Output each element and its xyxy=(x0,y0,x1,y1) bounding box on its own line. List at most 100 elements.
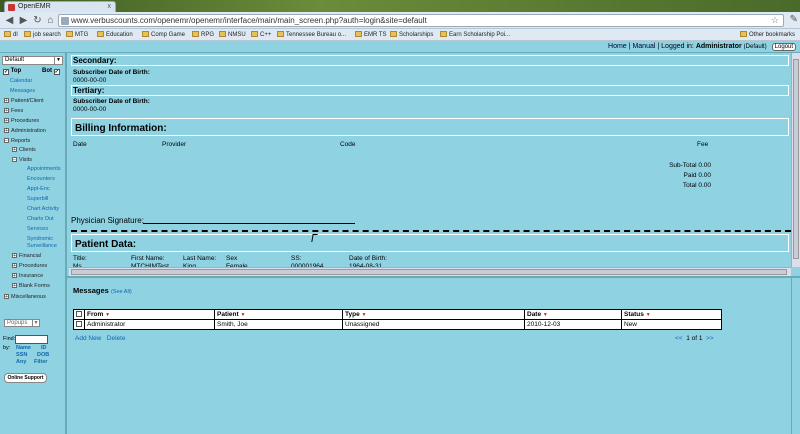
nav-appt-enc[interactable]: Appt-Enc xyxy=(27,186,50,192)
scroll-thumb[interactable] xyxy=(793,59,799,259)
sort-icon[interactable]: ▼ xyxy=(543,312,548,318)
delete-link[interactable]: Delete xyxy=(107,335,126,342)
col-type[interactable]: Type ▼ xyxy=(342,309,525,320)
cell-from[interactable]: Administrator xyxy=(84,319,215,330)
nav-calendar[interactable]: Calendar xyxy=(10,78,32,84)
col-status[interactable]: Status ▼ xyxy=(621,309,722,320)
manual-link[interactable]: Manual xyxy=(632,43,655,50)
nav-services[interactable]: Services xyxy=(27,226,48,232)
see-all-link[interactable]: (See All) xyxy=(111,289,132,295)
nav-procedures[interactable]: + Procedures xyxy=(4,118,39,124)
expand-icon[interactable]: + xyxy=(12,147,17,153)
find-input[interactable] xyxy=(15,335,48,344)
nav-visits[interactable]: − Visits xyxy=(12,157,32,163)
cell-type[interactable]: Unassigned xyxy=(342,319,525,330)
table-row[interactable]: Administrator Smith, Joe Unassigned 2010… xyxy=(73,319,722,330)
bookmark-comp-game[interactable]: Comp Game xyxy=(142,31,185,38)
logout-button[interactable]: Logout xyxy=(771,43,796,51)
nav-superbill[interactable]: Superbill xyxy=(27,196,48,202)
expand-icon[interactable]: + xyxy=(12,263,17,269)
tab-close-icon[interactable]: x xyxy=(108,3,112,10)
find-by-dob[interactable]: DOB xyxy=(37,352,49,358)
expand-icon[interactable]: + xyxy=(4,294,9,300)
forward-icon[interactable]: ▶ xyxy=(17,14,30,27)
nav-clients[interactable]: + Clients xyxy=(12,147,36,153)
cell-status[interactable]: New xyxy=(621,319,722,330)
expand-icon[interactable]: + xyxy=(4,118,9,124)
bot-checkbox[interactable]: ✓ xyxy=(53,69,60,75)
row-checkbox[interactable] xyxy=(76,321,82,327)
select-all-checkbox[interactable] xyxy=(76,311,82,317)
messages-scrollbar[interactable] xyxy=(791,278,800,434)
url-input[interactable]: www.verbuscounts.com/openemr/openemr/int… xyxy=(58,14,784,27)
collapse-icon[interactable]: − xyxy=(12,157,17,163)
bookmark-education[interactable]: Education xyxy=(97,31,133,38)
nav-blank-forms[interactable]: + Blank Forms xyxy=(12,283,50,289)
bookmark-tennessee[interactable]: Tennessee Bureau o... xyxy=(277,31,346,38)
sort-icon[interactable]: ▼ xyxy=(240,312,245,318)
bookmark-emr-ts[interactable]: EMR TS xyxy=(355,31,387,38)
bookmark-cpp[interactable]: C++ xyxy=(251,31,271,38)
nav-patient-client[interactable]: + Patient/Client xyxy=(4,98,44,104)
nav-appointments[interactable]: Appointments xyxy=(27,166,61,172)
nav-insurance[interactable]: + Insurance xyxy=(12,273,43,279)
scroll-thumb[interactable] xyxy=(71,269,787,275)
bookmark-rpg[interactable]: RPG xyxy=(192,31,214,38)
cell-date[interactable]: 2010-12-03 xyxy=(524,319,622,330)
collapse-icon[interactable]: − xyxy=(4,138,9,144)
nav-messages[interactable]: Messages xyxy=(10,88,35,94)
prev-page-link[interactable]: << xyxy=(675,335,683,342)
expand-icon[interactable]: + xyxy=(12,283,17,289)
sort-icon[interactable]: ▼ xyxy=(362,312,367,318)
wrench-icon[interactable]: ✎ xyxy=(790,14,798,25)
bookmark-job-search[interactable]: job search xyxy=(24,31,61,38)
bookmark-earn-scholarship[interactable]: Earn Scholarship Poi... xyxy=(440,31,510,38)
online-support-button[interactable]: Online Support xyxy=(4,373,47,383)
home-link[interactable]: Home xyxy=(608,43,627,50)
expand-icon[interactable]: + xyxy=(12,273,17,279)
back-icon[interactable]: ◀ xyxy=(3,14,16,27)
nav-surveillance[interactable]: Surveillance xyxy=(27,243,57,249)
add-new-link[interactable]: Add New xyxy=(75,335,101,342)
browser-tab[interactable]: OpenEMR x xyxy=(4,1,116,12)
nav-syndromic[interactable]: Syndromic xyxy=(27,236,53,242)
cell-patient[interactable]: Smith, Joe xyxy=(214,319,343,330)
nav-procedures-report[interactable]: + Procedures xyxy=(12,263,47,269)
bookmark-nmsu[interactable]: NMSU xyxy=(219,31,246,38)
expand-icon[interactable]: + xyxy=(12,253,17,259)
col-date[interactable]: Date ▼ xyxy=(524,309,622,320)
nav-miscellaneous[interactable]: + Miscellaneous xyxy=(4,294,46,300)
other-bookmarks[interactable]: Other bookmarks xyxy=(740,31,795,38)
find-by-name[interactable]: Name xyxy=(16,345,31,351)
sort-icon[interactable]: ▼ xyxy=(646,312,651,318)
encounter-vertical-scrollbar[interactable] xyxy=(791,53,800,267)
find-by-ssn[interactable]: SSN xyxy=(16,352,27,358)
nav-reports[interactable]: − Reports xyxy=(4,138,30,144)
top-checkbox[interactable]: ✓ xyxy=(3,69,9,75)
find-by-any[interactable]: Any xyxy=(16,359,26,365)
top-toggle[interactable]: ✓ Top xyxy=(3,68,21,75)
col-patient[interactable]: Patient ▼ xyxy=(214,309,343,320)
expand-icon[interactable]: + xyxy=(4,98,9,104)
nav-chart-activity[interactable]: Chart Activity xyxy=(27,206,59,212)
expand-icon[interactable]: + xyxy=(4,128,9,134)
bookmark-mtg[interactable]: MTG xyxy=(66,31,88,38)
expand-icon[interactable]: + xyxy=(4,108,9,114)
encounter-horizontal-scrollbar[interactable] xyxy=(69,267,791,276)
home-icon[interactable]: ⌂ xyxy=(44,14,57,27)
next-page-link[interactable]: >> xyxy=(706,335,714,342)
col-from[interactable]: From ▼ xyxy=(84,309,215,320)
bookmark-dl[interactable]: dl xyxy=(4,31,18,38)
bookmark-star-icon[interactable]: ☆ xyxy=(771,15,779,26)
nav-encounters[interactable]: Encounters xyxy=(27,176,55,182)
reload-icon[interactable]: ↻ xyxy=(31,14,44,27)
nav-financial[interactable]: + Financial xyxy=(12,253,41,259)
find-filter[interactable]: Filter xyxy=(34,359,47,365)
nav-charts-out[interactable]: Charts Out xyxy=(27,216,54,222)
popups-select[interactable]: Popups ▼ xyxy=(4,319,40,327)
nav-administration[interactable]: + Administration xyxy=(4,128,46,134)
sort-icon[interactable]: ▼ xyxy=(105,312,110,318)
bot-toggle[interactable]: Bot ✓ xyxy=(42,68,60,75)
bookmark-scholarships[interactable]: Scholarships xyxy=(390,31,433,38)
layout-select[interactable]: Default ▼ xyxy=(2,56,63,65)
